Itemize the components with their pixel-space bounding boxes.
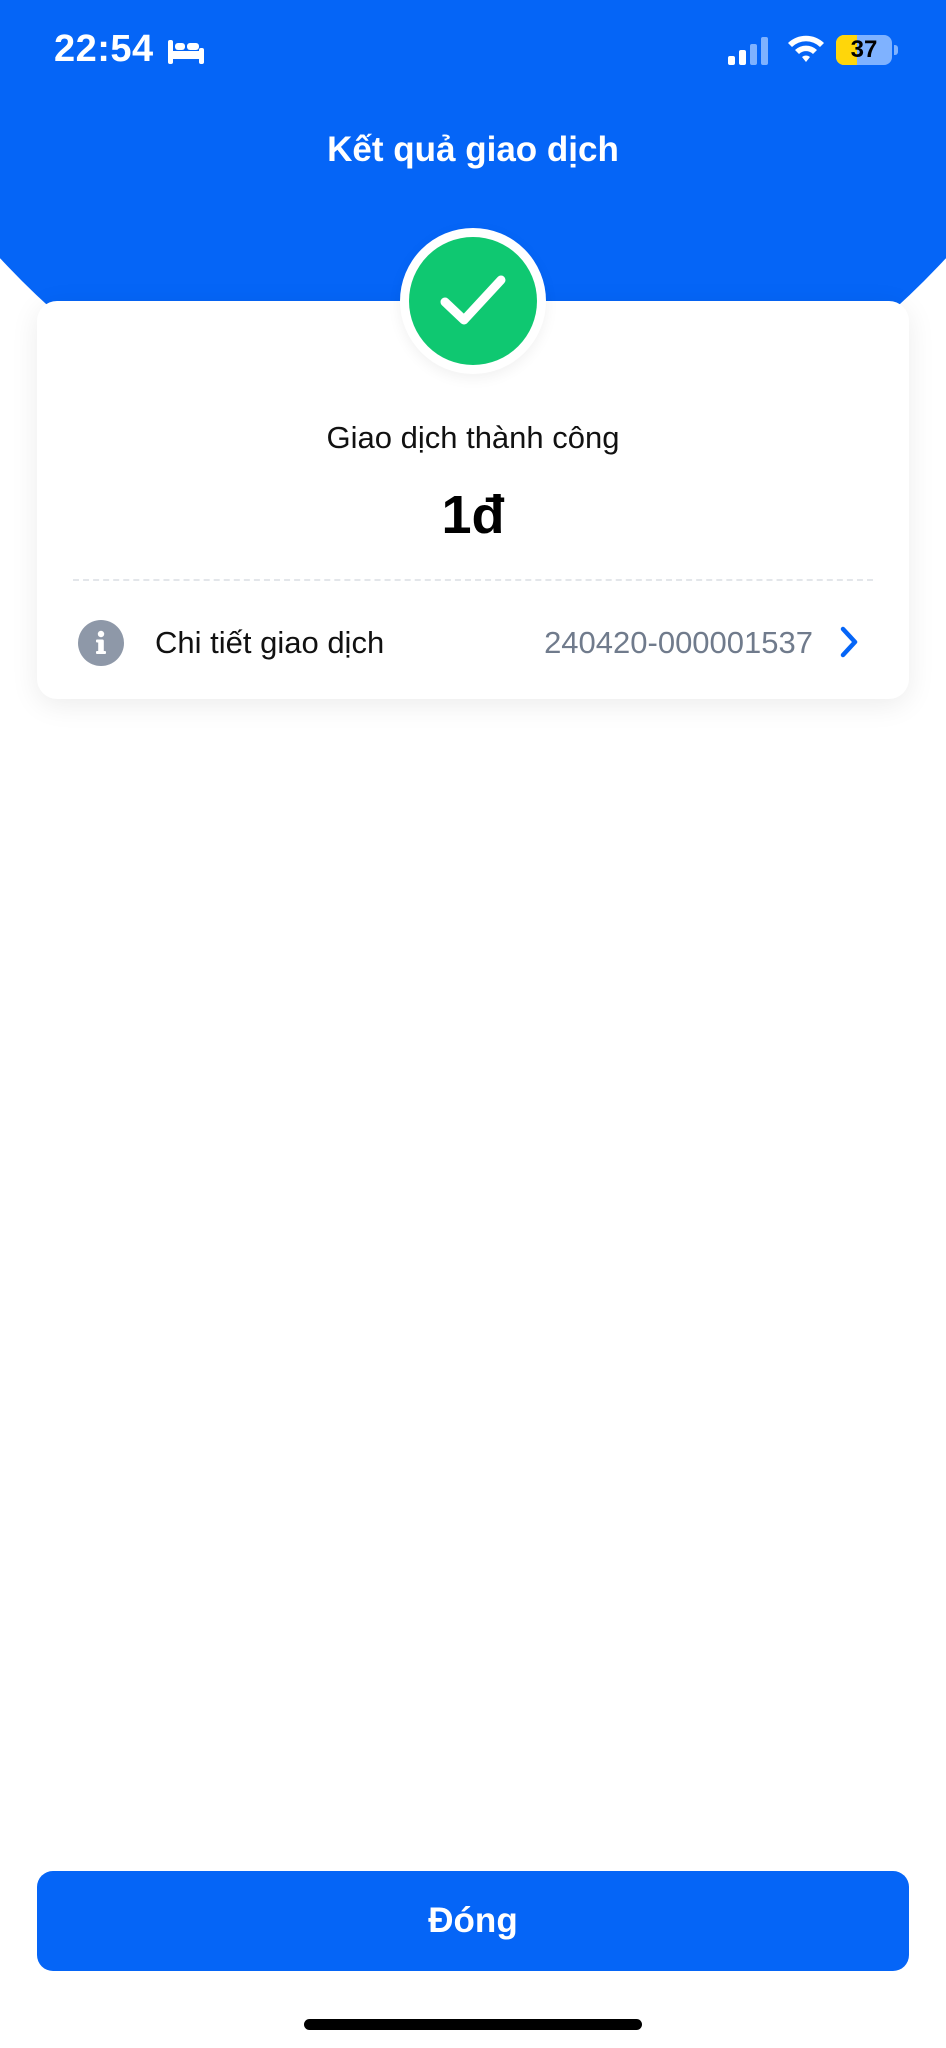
transaction-detail-row[interactable]: Chi tiết giao dịch 240420-000001537 (37, 601, 909, 681)
transaction-status: Giao dịch thành công (326, 420, 620, 455)
wifi-icon (788, 35, 824, 62)
success-badge (400, 228, 546, 374)
battery-tip (894, 45, 898, 55)
transaction-id: 240420-000001537 (544, 625, 813, 660)
bed-icon (168, 40, 204, 64)
divider (73, 579, 873, 581)
page-title: Kết quả giao dịch (327, 130, 619, 169)
battery-body: 37 (836, 35, 892, 65)
info-icon (78, 620, 124, 666)
close-button[interactable]: Đóng (37, 1871, 909, 1971)
status-time: 22:54 (54, 28, 154, 70)
success-circle (409, 237, 537, 365)
transaction-result-screen: 22:54 37 Kết quả giao dịch Giao dịch thà… (0, 0, 946, 2048)
battery-level: 37 (850, 36, 878, 63)
cellular-signal-icon (728, 37, 768, 65)
battery-indicator: 37 (836, 35, 898, 65)
home-indicator[interactable] (304, 2019, 642, 2030)
chevron-right-icon (840, 626, 858, 658)
checkmark-icon (440, 275, 506, 325)
transaction-amount: 1đ (441, 485, 505, 545)
detail-label: Chi tiết giao dịch (155, 625, 385, 660)
status-bar: 22:54 37 (0, 0, 946, 100)
